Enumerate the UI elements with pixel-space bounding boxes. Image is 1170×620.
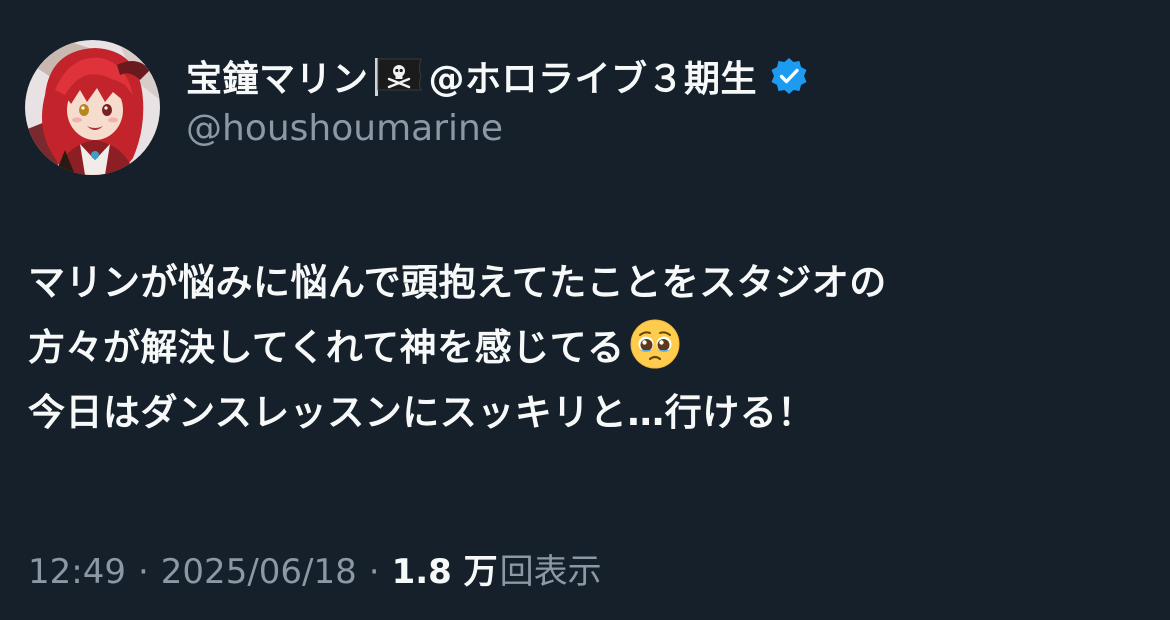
pleading-face-emoji: [629, 318, 681, 370]
verified-badge-icon[interactable]: [769, 56, 809, 96]
author-handle[interactable]: @houshoumarine: [186, 108, 503, 149]
tweet-date[interactable]: 2025/06/18: [161, 552, 357, 592]
meta-separator: ·: [137, 552, 149, 592]
views-label: 回表示: [499, 552, 602, 592]
tweet-time[interactable]: 12:49: [28, 552, 126, 592]
meta-separator-2: ·: [368, 552, 380, 592]
tweet-container: 宝鐘マリン @ホロライブ３期生 @houshoumarine マリンが悩みに悩ん…: [0, 0, 1170, 620]
author-name-row[interactable]: 宝鐘マリン @ホロライブ３期生: [186, 50, 809, 102]
tweet-meta: 12:49 · 2025/06/18 · 1.8 万 回表示: [28, 544, 602, 593]
tweet-text-line-2-text: 方々が解決してくれて神を感じてる: [28, 326, 625, 369]
avatar[interactable]: [25, 40, 160, 175]
tweet-text-line-1: マリンが悩みに悩んで頭抱えてたことをスタジオの: [28, 261, 887, 304]
tweet-text: マリンが悩みに悩んで頭抱えてたことをスタジオの 方々が解決してくれて神を感じてる…: [28, 250, 1148, 445]
display-name[interactable]: 宝鐘マリン: [186, 50, 369, 102]
pirate-flag-icon: [373, 54, 425, 98]
tweet-text-line-2: 方々が解決してくれて神を感じてる: [28, 315, 1148, 380]
affiliation-label: @ホロライブ３期生: [428, 59, 758, 100]
tweet-text-line-3: 今日はダンスレッスンにスッキリと…行ける！: [28, 391, 815, 434]
views-count[interactable]: 1.8 万: [392, 544, 498, 593]
